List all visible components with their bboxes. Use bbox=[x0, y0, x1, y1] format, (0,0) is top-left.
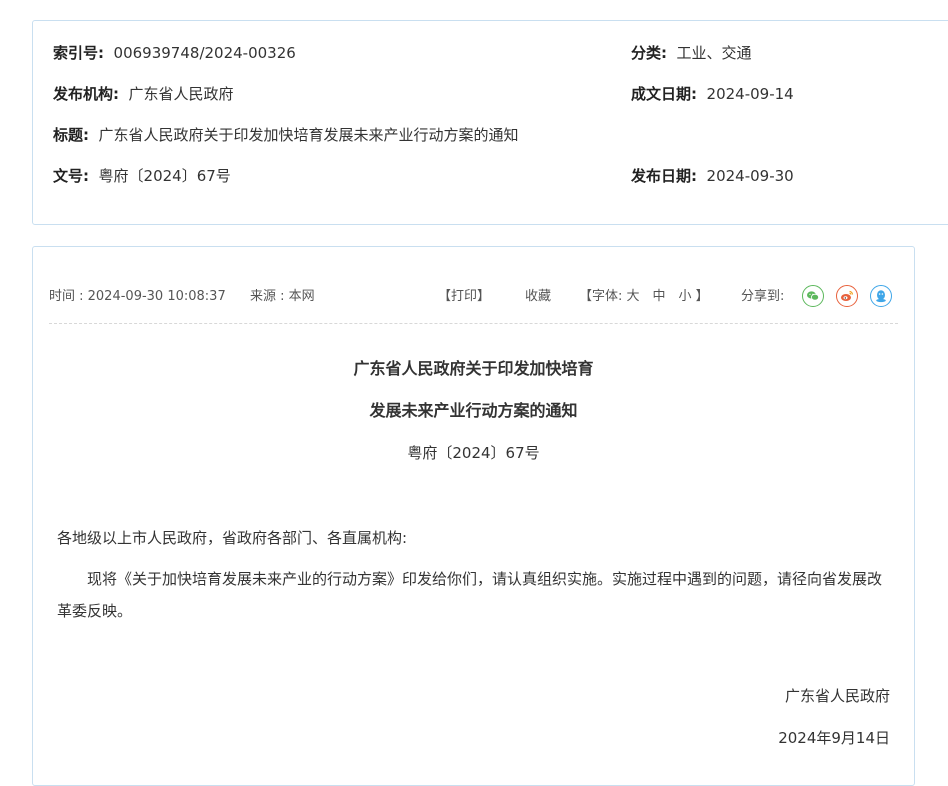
font-size-selector[interactable]: 【字体: 大 中 小 】 bbox=[579, 289, 709, 305]
weibo-icon[interactable] bbox=[836, 285, 858, 307]
index-value: 006939748/2024-00326 bbox=[113, 44, 296, 62]
qq-icon[interactable] bbox=[870, 285, 892, 307]
category-value: 工业、交通 bbox=[676, 44, 752, 62]
salutation: 各地级以上市人民政府，省政府各部门、各直属机构: bbox=[57, 529, 408, 547]
favorite-link[interactable]: 收藏 bbox=[525, 289, 551, 305]
signer: 广东省人民政府 bbox=[784, 687, 890, 705]
wechat-icon[interactable] bbox=[802, 285, 824, 307]
share-label: 分享到: bbox=[741, 289, 785, 304]
document-title-line-1: 广东省人民政府关于印发加快培育 bbox=[353, 359, 594, 378]
document-content-panel: 时间 : 2024-09-30 10:08:37 来源 : 本网 【打印】 收藏… bbox=[32, 246, 915, 786]
written-date-label: 成文日期: bbox=[631, 85, 697, 103]
category-label: 分类: bbox=[631, 44, 667, 62]
title-row: 标题: 广东省人民政府关于印发加快培育发展未来产业行动方案的通知 bbox=[53, 125, 519, 145]
document-number: 粤府〔2024〕67号 bbox=[407, 444, 540, 462]
document-info-panel: 索引号: 006939748/2024-00326 分类: 工业、交通 发布机构… bbox=[32, 20, 948, 225]
publish-date-label: 发布日期: bbox=[631, 167, 697, 185]
written-date-value: 2024-09-14 bbox=[706, 85, 794, 103]
publish-time: 时间 : 2024-09-30 10:08:37 bbox=[49, 289, 226, 304]
index-label: 索引号: bbox=[53, 44, 104, 62]
title-label: 标题: bbox=[53, 126, 89, 144]
sign-date: 2024年9月14日 bbox=[778, 729, 890, 747]
issuer-value: 广东省人民政府 bbox=[128, 85, 234, 103]
publish-date-row: 发布日期: 2024-09-30 bbox=[631, 166, 794, 186]
doc-no-row: 文号: 粤府〔2024〕67号 bbox=[53, 166, 231, 186]
written-date-row: 成文日期: 2024-09-14 bbox=[631, 84, 794, 104]
doc-no-value: 粤府〔2024〕67号 bbox=[98, 167, 231, 185]
source-text: 来源 : 本网 bbox=[250, 289, 315, 304]
meta-toolbar: 时间 : 2024-09-30 10:08:37 来源 : 本网 【打印】 收藏… bbox=[49, 247, 898, 324]
print-link[interactable]: 【打印】 bbox=[438, 289, 490, 305]
issuer-row: 发布机构: 广东省人民政府 bbox=[53, 84, 234, 104]
issuer-label: 发布机构: bbox=[53, 85, 119, 103]
body-paragraph: 现将《关于加快培育发展未来产业的行动方案》印发给你们，请认真组织实施。实施过程中… bbox=[57, 570, 883, 620]
publish-date-value: 2024-09-30 bbox=[706, 167, 794, 185]
index-row: 索引号: 006939748/2024-00326 bbox=[53, 43, 296, 63]
title-value: 广东省人民政府关于印发加快培育发展未来产业行动方案的通知 bbox=[98, 126, 519, 144]
document-title-line-2: 发展未来产业行动方案的通知 bbox=[369, 401, 578, 420]
category-row: 分类: 工业、交通 bbox=[631, 43, 752, 63]
doc-no-label: 文号: bbox=[53, 167, 89, 185]
